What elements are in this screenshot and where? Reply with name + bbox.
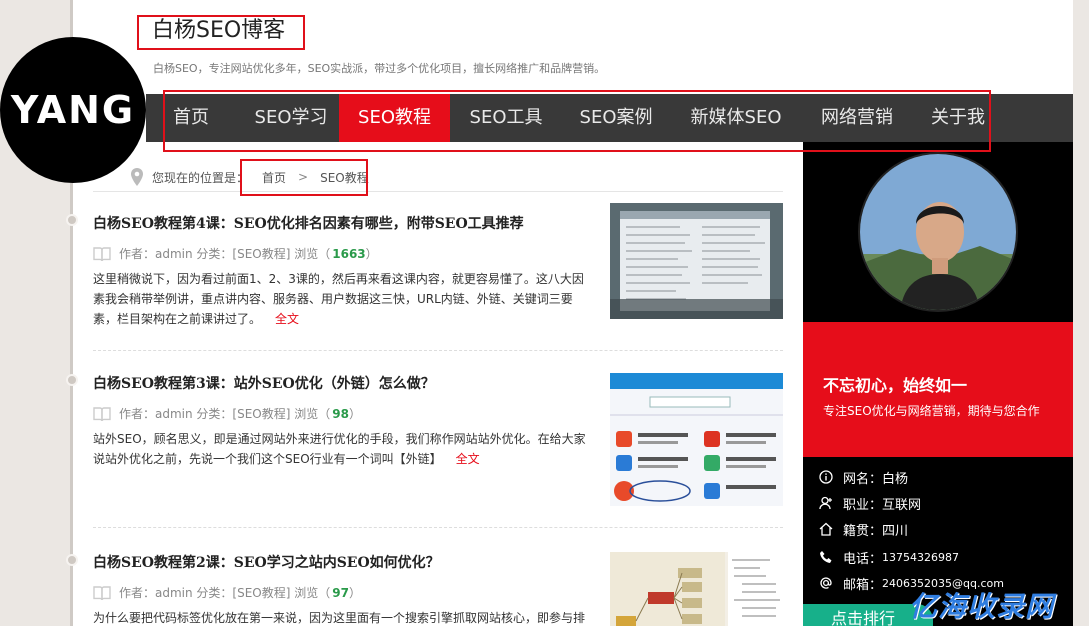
article-meta: 作者：admin 分类：[SEO教程] 浏览（ 97） (93, 584, 361, 601)
book-icon (93, 585, 111, 600)
motto: 不忘初心，始终如一 (823, 376, 968, 395)
article-meta-suffix: ） (348, 586, 361, 600)
article-meta-text: 作者：admin 分类：[SEO教程] 浏览（ (119, 407, 331, 421)
timeline-dot (66, 374, 78, 386)
info-label: 职业： (843, 497, 883, 513)
nav-item-seo-learning[interactable]: SEO学习 (236, 94, 346, 142)
breadcrumb-home[interactable]: 首页 (262, 169, 286, 186)
article-excerpt: 这里稍微说下，因为看过前面1、2、3课的，然后再来看这课内容，就更容易懂了。这八… (93, 269, 588, 329)
phone-icon (820, 551, 832, 563)
sidebar-profile (803, 142, 1073, 322)
diagram-thumbnail-image (610, 552, 783, 626)
breadcrumb-prefix: 您现在的位置是： (152, 170, 249, 185)
screenshot-thumbnail-image (610, 203, 783, 319)
article-meta: 作者：admin 分类：[SEO教程] 浏览（ 1663） (93, 245, 378, 262)
article-separator (93, 527, 783, 528)
profile-info-hometown: 籍贯： 四川 (819, 519, 908, 539)
avatar (858, 152, 1018, 312)
info-value: 互联网 (882, 497, 922, 513)
site-logo[interactable]: YANG (0, 37, 146, 183)
watermark: 亿海收录网 (909, 590, 1055, 623)
timeline-dot (66, 214, 78, 226)
at-icon (820, 577, 832, 589)
article-thumbnail[interactable] (610, 552, 783, 626)
article-separator (93, 350, 783, 351)
article-title[interactable]: 白杨SEO教程第4课：SEO优化排名因素有哪些，附带SEO工具推荐 (93, 213, 524, 233)
main-nav: 首页 SEO学习 SEO教程 SEO工具 SEO案例 新媒体SEO 网络营销 关… (146, 94, 1073, 142)
site-title[interactable]: 白杨SEO博客 (152, 12, 285, 44)
info-value: 13754326987 (882, 550, 959, 564)
user-icon (819, 496, 832, 510)
motto-subtitle: 专注SEO优化与网络营销，期待与您合作 (823, 404, 1040, 418)
article-title[interactable]: 白杨SEO教程第3课：站外SEO优化（外链）怎么做？ (93, 373, 435, 393)
screenshot-thumbnail-image (610, 373, 783, 506)
article-views: 98 (332, 406, 349, 421)
info-value: 四川 (882, 523, 909, 539)
article-excerpt-text: 站外SEO，顾名思义，即是通过网站外来进行优化的手段，我们称作网站站外优化。在给… (93, 432, 586, 466)
breadcrumb: 您现在的位置是： 首页 > SEO教程 (130, 163, 369, 191)
nav-item-about[interactable]: 关于我 (918, 94, 998, 142)
logo-text: YANG (10, 88, 136, 132)
article-item: 白杨SEO教程第2课：SEO学习之站内SEO如何优化？ 作者：admin 分类：… (93, 552, 783, 626)
info-label: 网名： (843, 471, 883, 487)
read-more-link[interactable]: 全文 (275, 312, 299, 326)
info-label: 邮箱： (843, 577, 883, 593)
site-description: 白杨SEO，专注网站优化多年，SEO实战派，带过多个优化项目，擅长网络推广和品牌… (153, 62, 606, 75)
timeline-dot (66, 554, 78, 566)
article-thumbnail[interactable] (610, 373, 783, 506)
nav-item-seo-tutorial[interactable]: SEO教程 (339, 94, 450, 142)
info-label: 电话： (843, 551, 883, 567)
divider (93, 191, 783, 192)
article-meta-suffix: ） (348, 407, 361, 421)
article-meta-text: 作者：admin 分类：[SEO教程] 浏览（ (119, 586, 331, 600)
sidebar-motto-panel: 不忘初心，始终如一 专注SEO优化与网络营销，期待与您合作 (803, 322, 1073, 457)
info-value: 白杨 (882, 471, 909, 487)
article-meta-text: 作者：admin 分类：[SEO教程] 浏览（ (119, 247, 331, 261)
info-label: 籍贯： (843, 523, 883, 539)
info-icon (819, 470, 833, 484)
home-icon (819, 522, 833, 536)
nav-item-home[interactable]: 首页 (146, 94, 236, 142)
article-views: 97 (332, 585, 349, 600)
article-excerpt-text: 这里稍微说下，因为看过前面1、2、3课的，然后再来看这课内容，就更容易懂了。这八… (93, 272, 584, 326)
article-item: 白杨SEO教程第4课：SEO优化排名因素有哪些，附带SEO工具推荐 作者：adm… (93, 203, 783, 343)
breadcrumb-current[interactable]: SEO教程 (320, 169, 369, 186)
sidebar: 不忘初心，始终如一 专注SEO优化与网络营销，期待与您合作 网名： 白杨 职业：互… (803, 142, 1073, 626)
avatar-photo (860, 154, 1016, 310)
location-pin-icon (131, 168, 143, 186)
article-meta-suffix: ） (365, 247, 378, 261)
nav-item-seo-cases[interactable]: SEO案例 (561, 94, 671, 142)
book-icon (93, 406, 111, 421)
article-excerpt: 为什么要把代码标签优化放在第一来说，因为这里面有一个搜索引擎抓取网站核心，即参与… (93, 608, 588, 626)
page-background-right (1073, 0, 1089, 626)
nav-item-new-media-seo[interactable]: 新媒体SEO (671, 94, 801, 142)
article-title[interactable]: 白杨SEO教程第2课：SEO学习之站内SEO如何优化？ (93, 552, 440, 572)
profile-info-phone: 电话： 13754326987 (819, 547, 959, 567)
nav-item-marketing[interactable]: 网络营销 (801, 94, 913, 142)
book-icon (93, 246, 111, 261)
breadcrumb-separator: > (298, 170, 309, 184)
profile-info-occupation: 职业： 互联网 (819, 493, 921, 513)
article-excerpt: 站外SEO，顾名思义，即是通过网站外来进行优化的手段，我们称作网站站外优化。在给… (93, 429, 588, 469)
article-item: 白杨SEO教程第3课：站外SEO优化（外链）怎么做？ 作者：admin 分类：[… (93, 373, 783, 506)
article-meta: 作者：admin 分类：[SEO教程] 浏览（ 98） (93, 405, 361, 422)
article-thumbnail[interactable] (610, 203, 783, 319)
profile-info-nickname: 网名： 白杨 (819, 467, 908, 487)
nav-item-seo-tools[interactable]: SEO工具 (451, 94, 561, 142)
article-excerpt-text: 为什么要把代码标签优化放在第一来说，因为这里面有一个搜索引擎抓取网站核心，即参与… (93, 611, 586, 625)
article-views: 1663 (332, 246, 366, 261)
read-more-link[interactable]: 全文 (456, 452, 480, 466)
